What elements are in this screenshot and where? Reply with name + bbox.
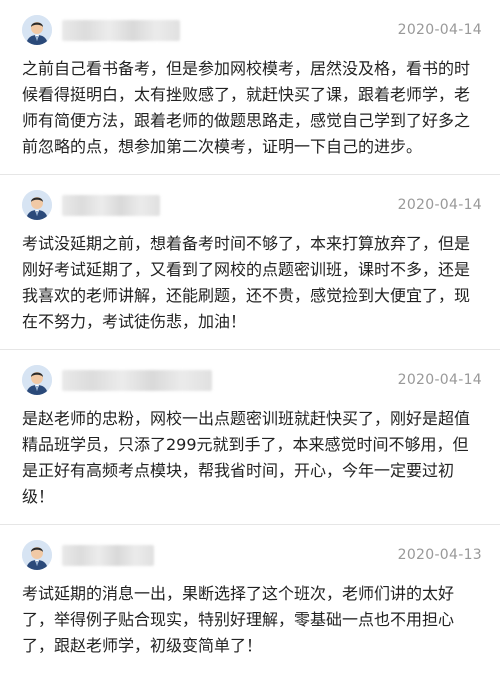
review-item: 2020-04-14 是赵老师的忠粉，网校一出点题密训班就赶快买了，刚好是超值精… <box>0 350 500 525</box>
review-date: 2020-04-13 <box>397 547 482 563</box>
username-blurred <box>62 20 180 41</box>
username-blurred <box>62 545 154 566</box>
review-date: 2020-04-14 <box>397 22 482 38</box>
user-avatar-icon <box>22 540 52 570</box>
review-content: 考试延期的消息一出，果断选择了这个班次，老师们讲的太好了，举得例子贴合现实，特别… <box>22 584 455 655</box>
review-header: 2020-04-13 <box>22 525 482 577</box>
review-header: 2020-04-14 <box>22 0 482 52</box>
avatar[interactable] <box>22 540 52 570</box>
avatar[interactable] <box>22 190 52 220</box>
review-header: 2020-04-14 <box>22 350 482 402</box>
review-content: 考试没延期之前，想着备考时间不够了，本来打算放弃了，但是刚好考试延期了，又看到了… <box>22 234 471 331</box>
username-blurred <box>62 195 160 216</box>
review-feed: 2020-04-14 之前自己看书备考，但是参加网校模考，居然没及格，看书的时候… <box>0 0 500 697</box>
username-blurred <box>62 370 212 391</box>
review-content: 之前自己看书备考，但是参加网校模考，居然没及格，看书的时候看得挺明白，太有挫败感… <box>22 59 471 156</box>
review-item: 2020-04-14 之前自己看书备考，但是参加网校模考，居然没及格，看书的时候… <box>0 0 500 175</box>
avatar[interactable] <box>22 15 52 45</box>
review-item: 2020-04-14 考试没延期之前，想着备考时间不够了，本来打算放弃了，但是刚… <box>0 175 500 350</box>
user-avatar-icon <box>22 365 52 395</box>
review-date: 2020-04-14 <box>397 197 482 213</box>
review-item: 2020-04-13 考试延期的消息一出，果断选择了这个班次，老师们讲的太好了，… <box>0 525 500 673</box>
review-content: 是赵老师的忠粉，网校一出点题密训班就赶快买了，刚好是超值精品班学员，只添了299… <box>22 409 471 506</box>
user-avatar-icon <box>22 190 52 220</box>
avatar[interactable] <box>22 365 52 395</box>
review-header: 2020-04-14 <box>22 175 482 227</box>
user-avatar-icon <box>22 15 52 45</box>
review-date: 2020-04-14 <box>397 372 482 388</box>
